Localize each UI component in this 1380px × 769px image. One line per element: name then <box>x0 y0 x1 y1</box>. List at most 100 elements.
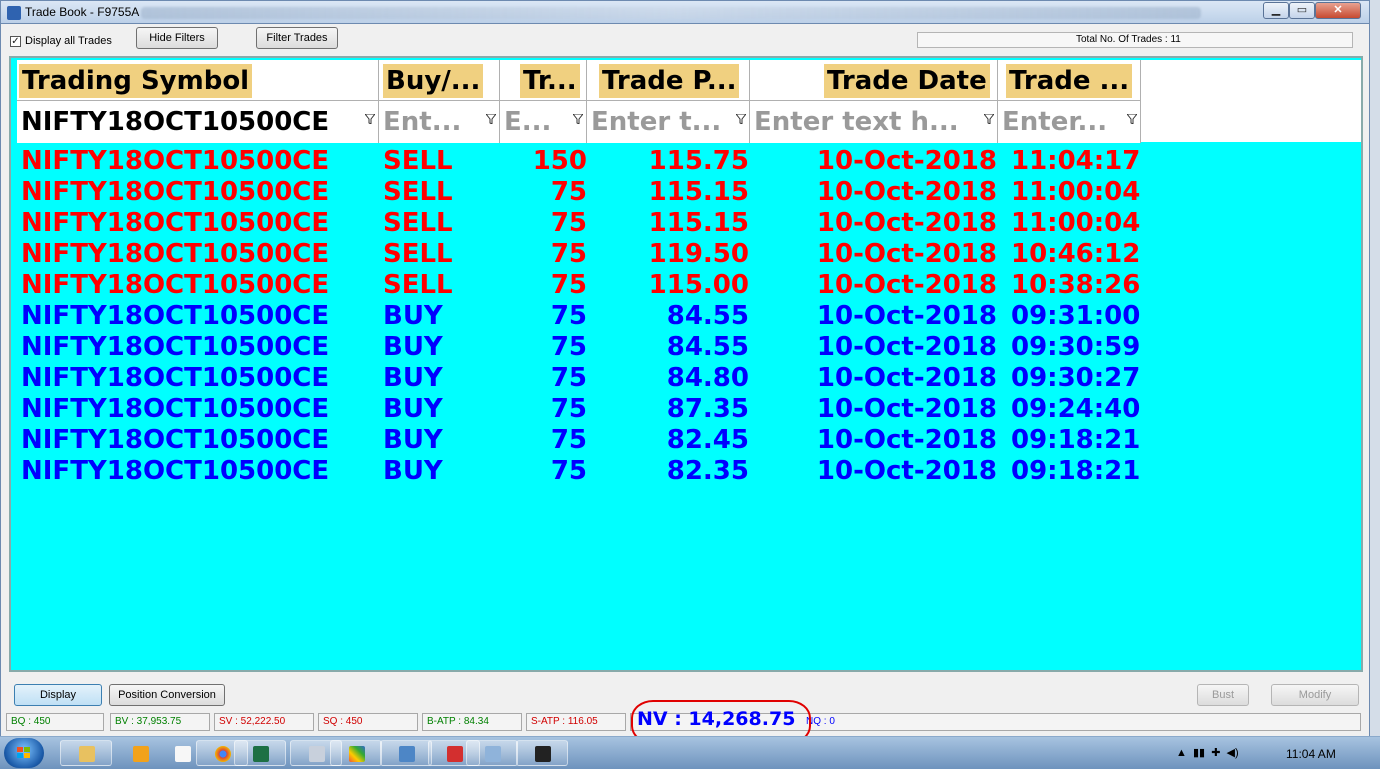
cell-trade-price: 87.35 <box>666 394 749 424</box>
table-row[interactable]: NIFTY18OCT10500CE BUY 75 82.35 10-Oct-2018 09… <box>17 456 1147 487</box>
cell-trade-time: 09:24:40 <box>1011 394 1141 424</box>
filter-funnel-icon[interactable] <box>736 114 746 124</box>
app-icon <box>7 6 21 20</box>
column-header-trade-qty[interactable]: Tr... <box>500 60 587 100</box>
table-row[interactable]: NIFTY18OCT10500CE SELL 75 115.15 10-Oct-2018… <box>17 208 1147 239</box>
hide-filters-button[interactable]: Hide Filters <box>136 27 218 49</box>
chart-app-icon[interactable] <box>516 740 568 766</box>
cell-trade-time: 09:18:21 <box>1011 456 1141 486</box>
filter-input-trade-qty[interactable]: E... <box>504 105 551 139</box>
filter-cell-trade-date[interactable]: Enter text h... <box>750 101 998 143</box>
window-title-bar[interactable]: Trade Book - F9755A ▁ ▭ ✕ <box>0 0 1370 24</box>
cell-trading-symbol: NIFTY18OCT10500CE <box>21 332 330 362</box>
status-sq: SQ : 450 <box>318 713 418 731</box>
total-trades-box: Total No. Of Trades : 11 <box>917 32 1353 48</box>
table-row[interactable]: NIFTY18OCT10500CE BUY 75 87.35 10-Oct-2018 09… <box>17 394 1147 425</box>
filter-input-trade-date[interactable]: Enter text h... <box>754 105 959 139</box>
cell-trade-qty: 75 <box>550 177 587 207</box>
filter-cell-trade-qty[interactable]: E... <box>500 101 587 143</box>
cell-trade-time: 09:30:27 <box>1011 363 1141 393</box>
system-tray[interactable]: ▲ ▮▮ ✚ ◀) <box>1176 746 1239 759</box>
filter-funnel-icon[interactable] <box>1127 114 1137 124</box>
filter-input-buy-sell[interactable]: Ent... <box>383 105 461 139</box>
cell-buy-sell: SELL <box>383 208 453 238</box>
cell-trade-price: 84.80 <box>666 363 749 393</box>
cell-buy-sell: BUY <box>383 363 443 393</box>
grid-filter-row: NIFTY18OCT10500CE Ent... E... Enter t...… <box>17 100 1141 143</box>
taskbar-clock[interactable]: 11:04 AM <box>1286 747 1336 761</box>
cell-trade-price: 82.35 <box>666 456 749 486</box>
table-row[interactable]: NIFTY18OCT10500CE SELL 75 115.15 10-Oct-2018… <box>17 177 1147 208</box>
table-row[interactable]: NIFTY18OCT10500CE BUY 75 84.55 10-Oct-2018 09… <box>17 301 1147 332</box>
windows-logo-icon <box>17 747 30 758</box>
window-icon[interactable] <box>466 740 518 766</box>
filter-cell-trade-time[interactable]: Enter... <box>998 101 1141 143</box>
cell-trade-qty: 75 <box>550 208 587 238</box>
cell-buy-sell: BUY <box>383 301 443 331</box>
table-row[interactable]: NIFTY18OCT10500CE SELL 75 119.50 10-Oct-2018… <box>17 239 1147 270</box>
filter-cell-trade-price[interactable]: Enter t... <box>587 101 750 143</box>
explorer-icon[interactable] <box>60 740 112 766</box>
table-row[interactable]: NIFTY18OCT10500CE SELL 75 115.00 10-Oct-2018… <box>17 270 1147 301</box>
filter-input-trading-symbol[interactable]: NIFTY18OCT10500CE <box>21 105 329 139</box>
close-button[interactable]: ✕ <box>1315 2 1361 19</box>
filter-funnel-icon[interactable] <box>365 114 375 124</box>
table-row[interactable]: NIFTY18OCT10500CE BUY 75 84.80 10-Oct-2018 09… <box>17 363 1147 394</box>
cell-trade-price: 84.55 <box>666 332 749 362</box>
cell-trade-price: 115.15 <box>648 177 749 207</box>
column-header-label: Trade Date <box>824 64 990 98</box>
start-orb-icon[interactable] <box>4 738 44 768</box>
blurred-background-title <box>141 7 1201 19</box>
filter-input-trade-price[interactable]: Enter t... <box>591 105 721 139</box>
bust-button[interactable]: Bust <box>1197 684 1249 706</box>
display-all-trades-checkbox[interactable]: ✓ <box>10 36 21 47</box>
filter-funnel-icon[interactable] <box>573 114 583 124</box>
filter-cell-trading-symbol[interactable]: NIFTY18OCT10500CE <box>17 101 379 143</box>
modify-button[interactable]: Modify <box>1271 684 1359 706</box>
cell-trade-price: 115.00 <box>648 270 749 300</box>
cell-trade-date: 10-Oct-2018 <box>816 208 997 238</box>
table-row[interactable]: NIFTY18OCT10500CE BUY 75 82.45 10-Oct-2018 09… <box>17 425 1147 456</box>
trades-grid[interactable]: Trading Symbol Buy/... Tr... Trade P... … <box>9 56 1363 672</box>
column-header-buy-sell[interactable]: Buy/... <box>379 60 500 100</box>
column-header-label: Trading Symbol <box>19 64 253 98</box>
minimize-button[interactable]: ▁ <box>1263 2 1289 19</box>
filter-funnel-icon[interactable] <box>984 114 994 124</box>
cell-buy-sell: BUY <box>383 394 443 424</box>
paint-icon[interactable] <box>330 740 382 766</box>
cell-trade-price: 82.45 <box>666 425 749 455</box>
column-header-label: Trade ... <box>1006 64 1133 98</box>
column-header-trade-price[interactable]: Trade P... <box>587 60 750 100</box>
cell-trade-time: 11:00:04 <box>1011 177 1141 207</box>
filter-cell-buy-sell[interactable]: Ent... <box>379 101 500 143</box>
cell-trade-qty: 150 <box>532 146 587 176</box>
table-row[interactable]: NIFTY18OCT10500CE BUY 75 84.55 10-Oct-2018 09… <box>17 332 1147 363</box>
cell-trade-date: 10-Oct-2018 <box>816 425 997 455</box>
cell-trading-symbol: NIFTY18OCT10500CE <box>21 146 330 176</box>
grid-rows: NIFTY18OCT10500CE SELL 150 115.75 10-Oct-201… <box>17 146 1147 487</box>
cell-buy-sell: BUY <box>383 456 443 486</box>
table-row[interactable]: NIFTY18OCT10500CE SELL 150 115.75 10-Oct-201… <box>17 146 1147 177</box>
cell-trading-symbol: NIFTY18OCT10500CE <box>21 394 330 424</box>
column-header-label: Buy/... <box>383 64 484 98</box>
display-button[interactable]: Display <box>14 684 102 706</box>
excel-icon[interactable] <box>234 740 286 766</box>
maximize-button[interactable]: ▭ <box>1289 2 1315 19</box>
column-header-label: Tr... <box>520 64 580 98</box>
status-satp: S-ATP : 116.05 <box>526 713 626 731</box>
column-header-trade-time[interactable]: Trade ... <box>998 60 1141 100</box>
trade-book-window: ✓ Display all Trades Hide Filters Filter… <box>0 24 1370 744</box>
filter-input-trade-time[interactable]: Enter... <box>1002 105 1107 139</box>
cell-trade-price: 84.55 <box>666 301 749 331</box>
cell-buy-sell: SELL <box>383 146 453 176</box>
cell-trade-qty: 75 <box>550 332 587 362</box>
filter-trades-button[interactable]: Filter Trades <box>256 27 338 49</box>
cell-trading-symbol: NIFTY18OCT10500CE <box>21 208 330 238</box>
column-header-trade-date[interactable]: Trade Date <box>750 60 998 100</box>
cell-buy-sell: SELL <box>383 239 453 269</box>
app-icon[interactable] <box>380 740 432 766</box>
column-header-trading-symbol[interactable]: Trading Symbol <box>17 60 379 100</box>
position-conversion-button[interactable]: Position Conversion <box>109 684 225 706</box>
filter-funnel-icon[interactable] <box>486 114 496 124</box>
cell-trade-date: 10-Oct-2018 <box>816 177 997 207</box>
